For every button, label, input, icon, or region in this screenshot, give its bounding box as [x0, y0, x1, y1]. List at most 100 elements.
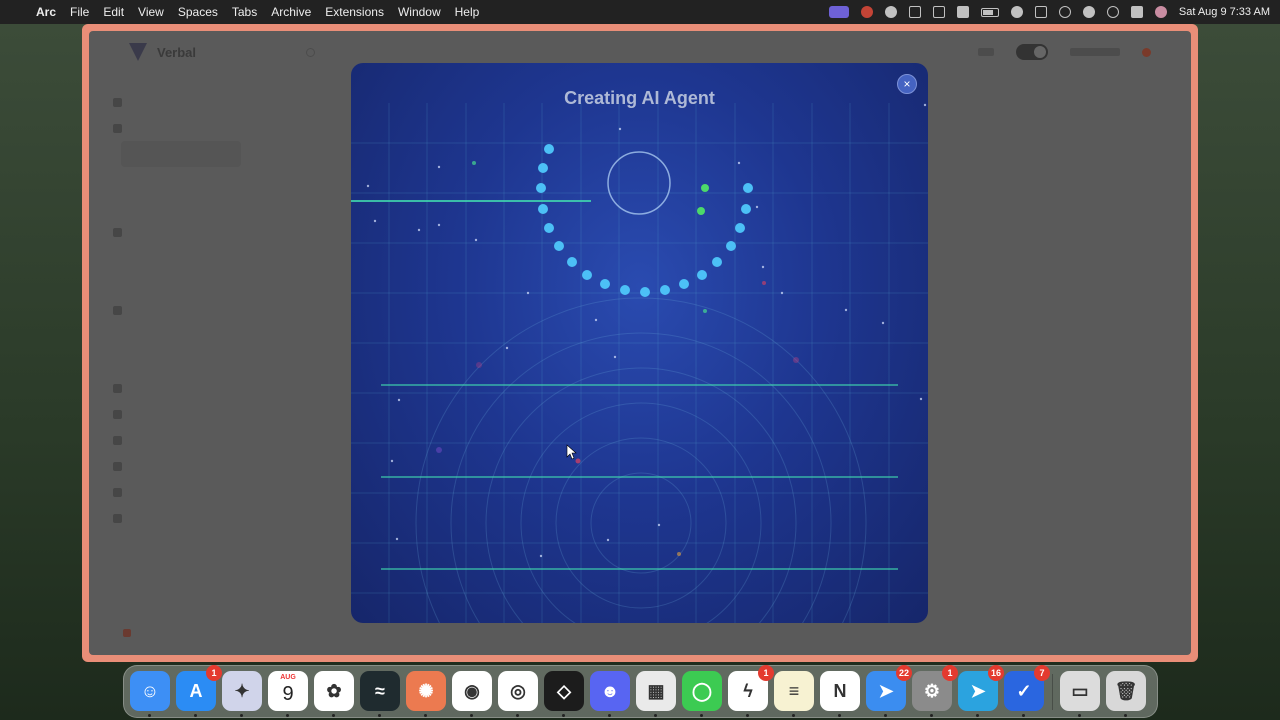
cube-app-icon[interactable]: ◇	[544, 671, 584, 717]
recording-indicator-icon[interactable]	[860, 6, 873, 18]
menu-extensions[interactable]: Extensions	[325, 5, 384, 19]
dock-glyph: ✦	[234, 680, 250, 701]
menu-edit[interactable]: Edit	[103, 5, 124, 19]
menu-file[interactable]: File	[70, 5, 89, 19]
app-store-icon[interactable]: A1	[176, 665, 222, 717]
sidebar-item[interactable]	[107, 115, 257, 141]
menu-archive[interactable]: Archive	[271, 5, 311, 19]
spark-icon[interactable]: ➤ 22	[866, 665, 912, 717]
control-center-icon[interactable]	[1130, 6, 1143, 18]
chrome-canary-icon[interactable]: ◎	[498, 671, 538, 717]
dock-glyph: ✓	[1016, 680, 1032, 701]
running-indicator	[240, 714, 243, 717]
browser-content: Verbal Creating AI Agent ×	[89, 31, 1191, 655]
notification-badge: 1	[758, 665, 774, 681]
sidebar-item[interactable]	[107, 323, 257, 349]
home-icon	[113, 97, 122, 107]
dock-glyph: ➤	[878, 680, 894, 701]
sidebar-item[interactable]	[107, 297, 257, 323]
arc-icon[interactable]: ≈	[360, 671, 400, 717]
sidebar-item[interactable]	[107, 245, 257, 271]
spotlight-search-icon[interactable]	[1106, 6, 1119, 18]
sidebar-item[interactable]	[107, 193, 257, 219]
sidebar-item[interactable]	[107, 167, 257, 193]
affinity-icon[interactable]: ✦	[222, 671, 262, 717]
sidebar-item[interactable]	[107, 89, 257, 115]
discord-icon[interactable]: ☻	[590, 671, 630, 717]
sidebar-item[interactable]	[107, 427, 257, 453]
dock-glyph: ⚙	[923, 680, 941, 701]
chatgpt-icon[interactable]: ✿	[314, 671, 354, 717]
running-indicator	[516, 714, 519, 717]
integrations-icon	[113, 461, 122, 471]
sidebar-item[interactable]	[107, 375, 257, 401]
launchpad-icon[interactable]: ▦	[636, 671, 676, 717]
user-icon[interactable]	[1058, 6, 1071, 18]
sidebar-item[interactable]	[107, 505, 257, 531]
system-settings-icon[interactable]: ⚙ 1	[912, 665, 958, 717]
sidebar-item[interactable]	[107, 453, 257, 479]
dock-glyph: ☺	[140, 680, 160, 701]
wechat-icon[interactable]	[884, 6, 897, 18]
sidebar-item[interactable]	[107, 219, 257, 245]
dock-glyph: ☻	[600, 680, 620, 701]
sidebar-item[interactable]	[107, 401, 257, 427]
sidebar-footer[interactable]	[123, 629, 131, 637]
messages-icon[interactable]: ◯	[682, 671, 722, 717]
close-button[interactable]: ×	[897, 74, 917, 94]
dock-glyph: ≈	[375, 680, 385, 701]
radar-circles	[415, 297, 867, 623]
dock-glyph: A	[189, 680, 203, 701]
app-menu[interactable]: Arc	[36, 5, 56, 19]
running-indicator	[378, 714, 381, 717]
notion-menubar-icon[interactable]	[908, 6, 921, 18]
trash-icon[interactable]: 🗑	[1106, 671, 1146, 717]
running-indicator	[286, 714, 289, 717]
theme-toggle[interactable]	[1016, 44, 1048, 60]
notification-badge: 1	[206, 665, 222, 681]
messenger-icon[interactable]: ϟ1	[728, 665, 774, 717]
notification-bell-icon[interactable]	[1142, 47, 1151, 57]
telegram-icon[interactable]: ➤ 16	[958, 665, 1004, 717]
dock-glyph: 🗑	[1114, 680, 1138, 701]
brand-logo-icon	[129, 43, 147, 61]
battery-icon[interactable]	[980, 7, 999, 17]
dock-glyph: ◯	[691, 680, 713, 701]
siri-icon[interactable]	[1154, 6, 1167, 18]
brand-name: Verbal	[157, 44, 197, 60]
menu-spaces[interactable]: Spaces	[178, 5, 218, 19]
calendar-icon[interactable]: AUG 9	[268, 671, 308, 717]
running-indicator	[562, 714, 565, 717]
notes-icon[interactable]: ≡	[774, 671, 814, 717]
tasks-icon[interactable]: ✓ 7	[1004, 665, 1050, 717]
finder-icon[interactable]: ☺	[130, 671, 170, 717]
language-selector[interactable]	[978, 48, 994, 56]
header-action-button[interactable]	[1070, 48, 1120, 56]
menu-help[interactable]: Help	[455, 5, 480, 19]
bookmark-icon[interactable]	[956, 6, 969, 18]
running-indicator	[1124, 714, 1127, 717]
screen-recorder-icon[interactable]	[828, 6, 849, 18]
wifi-icon[interactable]	[1082, 6, 1095, 18]
menu-window[interactable]: Window	[398, 5, 441, 19]
notion-icon[interactable]: N	[820, 671, 860, 717]
focus-moon-icon[interactable]	[1010, 6, 1023, 18]
claude-icon[interactable]: ✺	[406, 671, 446, 717]
agent-core-ring	[607, 151, 671, 215]
sidebar-item[interactable]	[107, 349, 257, 375]
menu-tabs[interactable]: Tabs	[232, 5, 257, 19]
sidebar-item[interactable]	[107, 479, 257, 505]
menubar-clock[interactable]: Sat Aug 9 7:33 AM	[1179, 6, 1270, 18]
chrome-icon[interactable]: ◉	[452, 671, 492, 717]
clipboard-icon[interactable]	[932, 6, 945, 18]
dock-glyph: ✿	[326, 680, 342, 701]
downloads-stack-icon[interactable]: ▭	[1060, 671, 1100, 717]
menu-view[interactable]: View	[138, 5, 164, 19]
notification-badge: 22	[895, 665, 912, 681]
sidebar-item[interactable]	[107, 271, 257, 297]
calendar-month: AUG	[280, 674, 296, 681]
search-bar[interactable]	[306, 47, 316, 57]
display-icon[interactable]	[1034, 6, 1047, 18]
sidebar-item-active[interactable]	[121, 141, 241, 167]
automation-icon	[113, 227, 122, 237]
